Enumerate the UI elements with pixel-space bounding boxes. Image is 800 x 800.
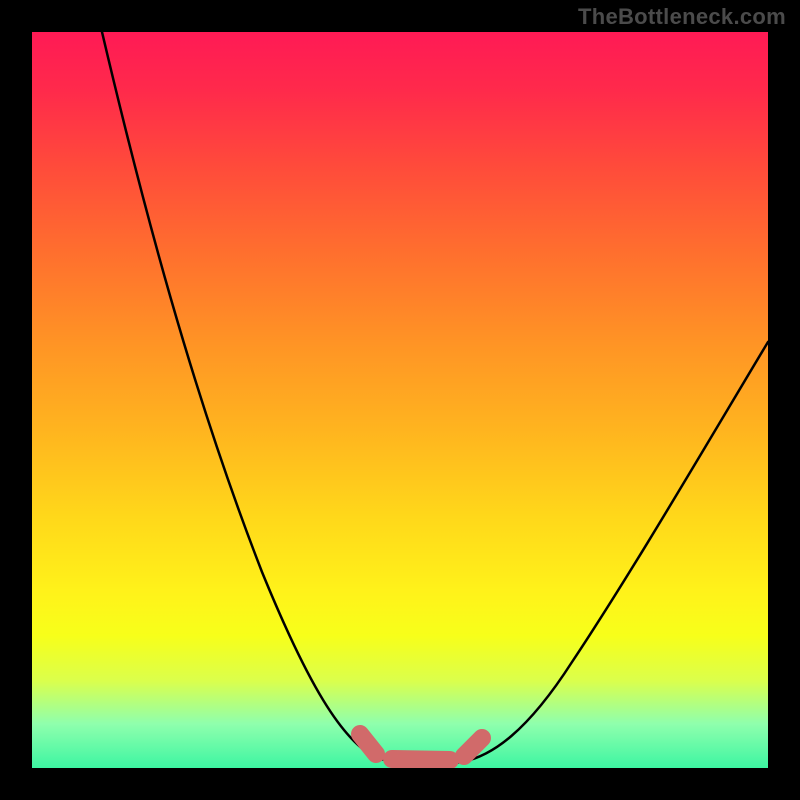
watermark-text: TheBottleneck.com [578, 4, 786, 30]
tolerance-band [360, 734, 482, 760]
plot-area [32, 32, 768, 768]
chart-frame: TheBottleneck.com [0, 0, 800, 800]
bottleneck-curve [102, 32, 768, 764]
bottom-border [32, 768, 768, 800]
bottleneck-chart-svg [32, 32, 768, 768]
